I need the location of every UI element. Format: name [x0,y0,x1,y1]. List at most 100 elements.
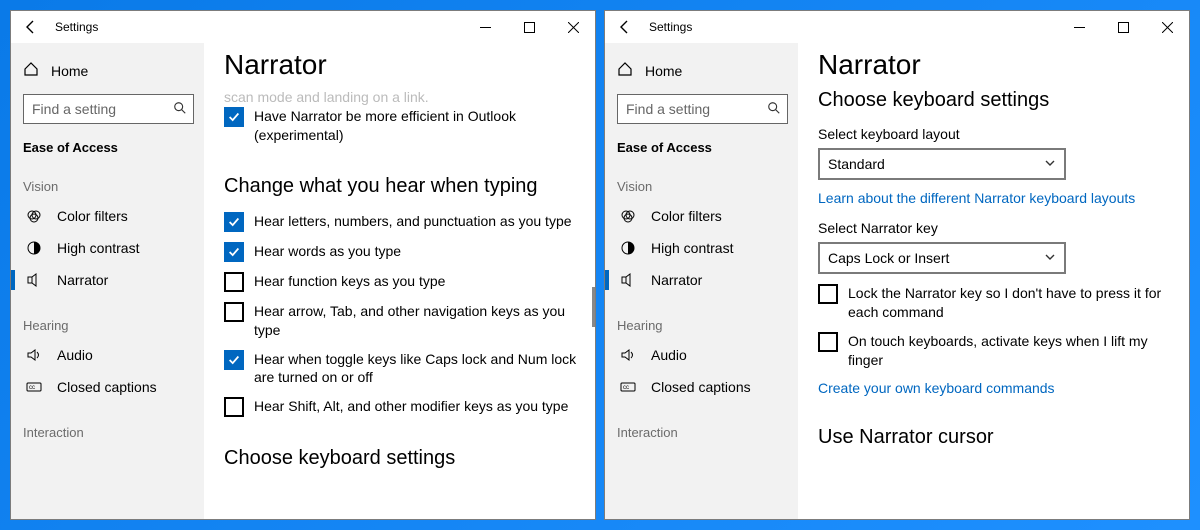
checkbox-touch-keyboard-label: On touch keyboards, activate keys when I… [848,332,1173,370]
sidebar-item-color-filters[interactable]: Color filters [11,200,204,232]
close-button[interactable] [1145,12,1189,42]
titlebar: Settings [11,11,595,43]
section-typing-title: Change what you hear when typing [224,175,579,198]
search-input[interactable]: Find a setting [23,94,194,124]
minimize-button[interactable] [463,12,507,42]
sidebar-item-label: Narrator [651,272,702,288]
sidebar-item-audio[interactable]: Audio [11,339,204,371]
sidebar-item-closed-captions[interactable]: cc Closed captions [605,371,798,403]
checkbox-lock-narrator-key[interactable] [818,284,838,304]
checkbox-hear-letters-label: Hear letters, numbers, and punctuation a… [254,212,572,231]
sidebar-item-label: Closed captions [651,379,751,395]
commands-link[interactable]: Create your own keyboard commands [818,380,1173,396]
clipped-text: scan mode and landing on a link. [224,89,579,105]
home-icon [23,61,39,80]
window-title: Settings [55,20,98,34]
checkbox-hear-modifier-label: Hear Shift, Alt, and other modifier keys… [254,397,568,416]
sidebar-item-color-filters[interactable]: Color filters [605,200,798,232]
back-button[interactable] [611,13,639,41]
group-vision: Vision [11,173,204,200]
checkbox-hear-arrow[interactable] [224,302,244,322]
sidebar-home[interactable]: Home [11,53,204,88]
page-title: Narrator [818,49,1173,81]
sidebar-item-label: High contrast [651,240,733,256]
checkbox-hear-function-label: Hear function keys as you type [254,272,445,291]
narrator-key-select[interactable]: Caps Lock or Insert [818,242,1066,274]
section-keyboard-title: Choose keyboard settings [224,447,579,470]
settings-window-right: Settings Home Find a setting Ease of Acc… [604,10,1190,520]
chevron-down-icon [1044,157,1056,172]
search-placeholder: Find a setting [32,101,116,117]
checkbox-lock-narrator-key-label: Lock the Narrator key so I don't have to… [848,284,1173,322]
sidebar-category: Ease of Access [605,134,798,173]
group-hearing: Hearing [605,312,798,339]
maximize-button[interactable] [507,12,551,42]
content-pane: Narrator scan mode and landing on a link… [204,43,595,519]
high-contrast-icon [25,240,43,256]
back-button[interactable] [17,13,45,41]
color-filters-icon [619,208,637,224]
sidebar-home[interactable]: Home [605,53,798,88]
checkbox-hear-letters[interactable] [224,212,244,232]
sidebar-home-label: Home [51,63,88,79]
svg-text:cc: cc [623,385,629,391]
checkbox-hear-words[interactable] [224,242,244,262]
scrollbar-thumb[interactable] [592,287,595,327]
checkbox-hear-toggle-label: Hear when toggle keys like Caps lock and… [254,350,579,388]
checkbox-hear-function[interactable] [224,272,244,292]
checkbox-hear-toggle[interactable] [224,350,244,370]
sidebar-item-label: Color filters [57,208,128,224]
color-filters-icon [25,208,43,224]
narrator-icon [25,272,43,288]
chevron-down-icon [1044,251,1056,266]
search-icon [173,101,187,118]
group-interaction: Interaction [11,419,204,446]
sidebar-item-audio[interactable]: Audio [605,339,798,371]
closed-captions-icon: cc [25,379,43,395]
sidebar-item-narrator[interactable]: Narrator [11,264,204,296]
sidebar-category: Ease of Access [11,134,204,173]
close-button[interactable] [551,12,595,42]
keyboard-layout-select[interactable]: Standard [818,148,1066,180]
group-vision: Vision [605,173,798,200]
svg-text:cc: cc [29,385,35,391]
content-pane: Narrator Choose keyboard settings Select… [798,43,1189,519]
sidebar-item-label: Audio [651,347,687,363]
group-interaction: Interaction [605,419,798,446]
page-title: Narrator [224,49,579,81]
narrator-key-label: Select Narrator key [818,220,1173,236]
audio-icon [619,347,637,363]
minimize-button[interactable] [1057,12,1101,42]
sidebar-item-narrator[interactable]: Narrator [605,264,798,296]
high-contrast-icon [619,240,637,256]
narrator-key-value: Caps Lock or Insert [828,250,949,266]
sidebar-item-closed-captions[interactable]: cc Closed captions [11,371,204,403]
home-icon [617,61,633,80]
section-keyboard-title: Choose keyboard settings [818,89,1173,112]
search-icon [767,101,781,118]
sidebar-item-label: Narrator [57,272,108,288]
checkbox-hear-modifier[interactable] [224,397,244,417]
sidebar-item-label: Closed captions [57,379,157,395]
sidebar-item-label: High contrast [57,240,139,256]
sidebar: Home Find a setting Ease of Access Visio… [11,43,204,519]
sidebar-item-high-contrast[interactable]: High contrast [11,232,204,264]
keyboard-layout-value: Standard [828,156,885,172]
window-title: Settings [649,20,692,34]
section-cursor-title: Use Narrator cursor [818,426,1173,449]
maximize-button[interactable] [1101,12,1145,42]
sidebar-home-label: Home [645,63,682,79]
closed-captions-icon: cc [619,379,637,395]
titlebar: Settings [605,11,1189,43]
search-input[interactable]: Find a setting [617,94,788,124]
sidebar-item-label: Audio [57,347,93,363]
checkbox-outlook-label: Have Narrator be more efficient in Outlo… [254,107,574,145]
layout-link[interactable]: Learn about the different Narrator keybo… [818,190,1173,206]
settings-window-left: Settings Home Find a setting Ease of Acc… [10,10,596,520]
checkbox-outlook[interactable] [224,107,244,127]
search-placeholder: Find a setting [626,101,710,117]
checkbox-touch-keyboard[interactable] [818,332,838,352]
sidebar-item-high-contrast[interactable]: High contrast [605,232,798,264]
checkbox-hear-arrow-label: Hear arrow, Tab, and other navigation ke… [254,302,579,340]
narrator-icon [619,272,637,288]
